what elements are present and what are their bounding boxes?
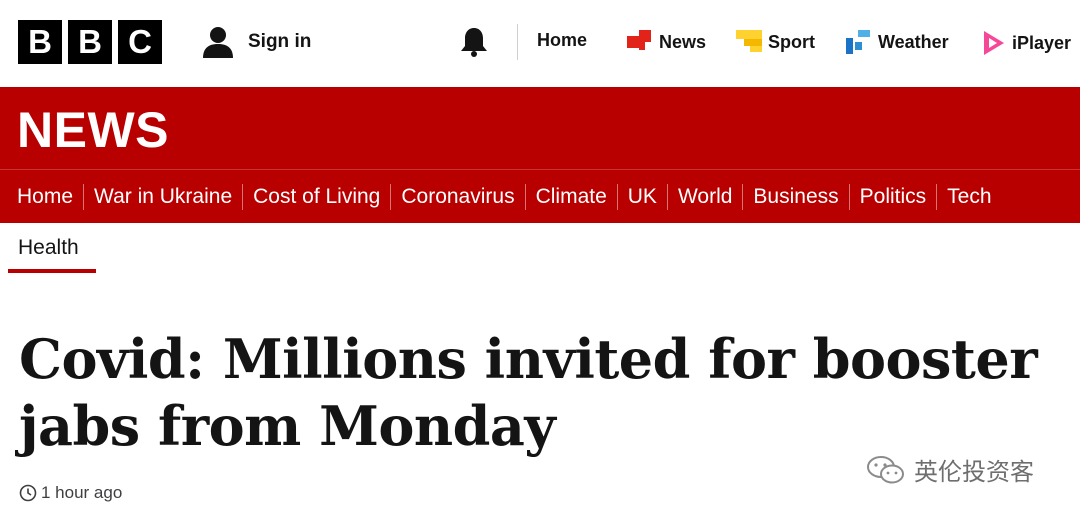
sign-in-link[interactable]: Sign in [200,24,311,60]
sign-in-label: Sign in [248,31,312,52]
topnav-weather[interactable]: Weather [846,30,949,54]
section-nav-tech[interactable]: Tech [937,184,1001,210]
timestamp-text: 1 hour ago [41,483,123,502]
sub-nav: Health [0,224,1080,274]
headline-line-2: jabs from Monday [19,394,556,458]
sport-icon [736,30,762,52]
article-timestamp: 1 hour ago [19,483,122,503]
section-nav-politics[interactable]: Politics [850,183,938,210]
watermark-text: 英伦投资客 [914,459,1034,486]
news-wordmark[interactable]: NEWS [17,101,169,159]
topnav-iplayer-label: iPlayer [1012,32,1072,53]
article-headline: Covid: Millions invited for booster jabs… [19,326,1059,460]
news-icon [627,30,651,50]
active-tab-indicator [8,269,96,273]
bbc-logo-block: C [118,20,162,64]
section-nav-coronavirus[interactable]: Coronavirus [391,183,526,210]
topnav-sport-label: Sport [768,31,815,52]
user-icon [203,27,233,58]
bbc-logo-block: B [18,20,62,64]
bbc-logo[interactable]: B B C [18,20,162,64]
clock-icon [19,484,37,502]
section-nav-world[interactable]: World [668,183,744,210]
wechat-watermark: 英伦投资客 [866,452,1034,487]
section-nav-war-in-ukraine[interactable]: War in Ukraine [84,183,244,210]
subnav-health[interactable]: Health [18,236,79,260]
weather-icon [846,30,870,54]
iplayer-icon [984,31,1004,55]
wechat-icon [867,455,904,483]
topnav-news[interactable]: News [627,30,706,54]
topnav-home[interactable]: Home [537,30,587,51]
news-banner: NEWS [0,87,1080,169]
section-nav: Home War in Ukraine Cost of Living Coron… [0,169,1080,223]
section-nav-uk[interactable]: UK [618,183,668,210]
topnav-weather-label: Weather [878,31,949,52]
topnav-iplayer[interactable]: iPlayer [982,30,1071,56]
section-nav-climate[interactable]: Climate [526,183,618,210]
topnav-home-label: Home [537,30,588,50]
notifications-bell-button[interactable] [459,26,489,63]
section-nav-business[interactable]: Business [743,183,850,210]
headline-line-1: Covid: Millions invited for booster [19,327,1038,391]
section-nav-cost-of-living[interactable]: Cost of Living [243,183,392,210]
bbc-logo-block: B [68,20,112,64]
topnav-sport[interactable]: Sport [736,30,815,54]
header-divider [517,24,518,60]
topnav-news-label: News [659,31,707,52]
section-nav-home[interactable]: Home [7,183,85,210]
global-header: B B C Sign in Home News Sport Weather iP… [0,0,1080,86]
bell-icon [461,28,487,57]
